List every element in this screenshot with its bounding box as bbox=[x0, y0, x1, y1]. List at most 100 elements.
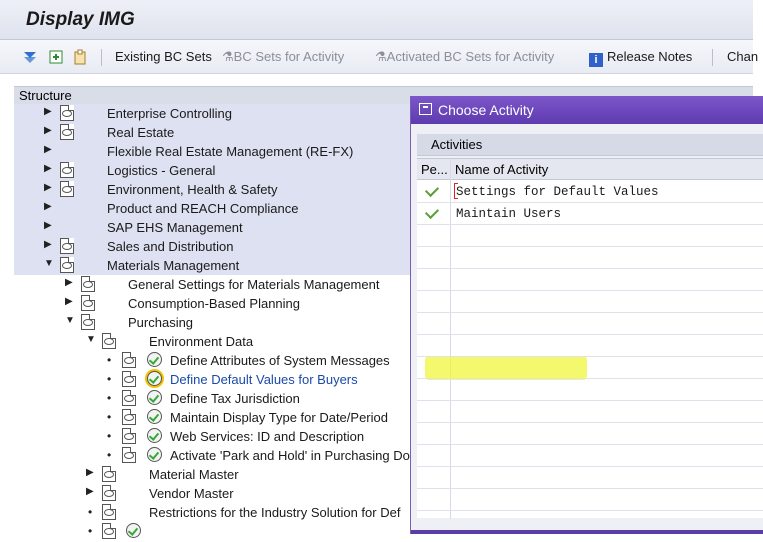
column-header-performed[interactable]: Pe... bbox=[417, 159, 451, 180]
documentation-icon[interactable] bbox=[60, 124, 74, 140]
expand-arrow-icon[interactable]: ▶ bbox=[44, 201, 52, 212]
documentation-icon[interactable] bbox=[60, 238, 74, 254]
dialog-window-icon bbox=[419, 103, 432, 115]
documentation-icon[interactable] bbox=[81, 314, 95, 330]
documentation-icon[interactable] bbox=[102, 485, 116, 501]
expand-arrow-icon[interactable]: ▶ bbox=[86, 486, 94, 497]
tree-activity-display-type-date[interactable]: • Maintain Display Type for Date/Period bbox=[14, 408, 414, 427]
tree-node-logistics-general[interactable]: ▶ Logistics - General bbox=[14, 161, 414, 180]
activities-section-title: Activities bbox=[431, 137, 483, 152]
activity-row[interactable]: Settings for Default Values bbox=[417, 181, 763, 203]
empty-row bbox=[417, 247, 763, 269]
existing-bc-sets-button[interactable]: Existing BC Sets bbox=[115, 49, 212, 64]
documentation-icon[interactable] bbox=[102, 466, 116, 482]
documentation-icon[interactable] bbox=[60, 162, 74, 178]
application-toolbar: Existing BC Sets ⚗BC Sets for Activity ⚗… bbox=[0, 40, 758, 74]
column-header-label: Name of Activity bbox=[455, 162, 549, 177]
execute-activity-icon[interactable] bbox=[147, 390, 162, 405]
tree-activity-web-services[interactable]: • Web Services: ID and Description bbox=[14, 427, 414, 446]
tree-node-reach-compliance[interactable]: ▶ Product and REACH Compliance bbox=[14, 199, 414, 218]
collapse-arrow-icon[interactable]: ▼ bbox=[86, 334, 96, 345]
expand-arrow-icon[interactable]: ▶ bbox=[44, 106, 52, 117]
activated-bc-sets-button[interactable]: ⚗Activated BC Sets for Activity bbox=[375, 49, 554, 65]
activity-name: Maintain Users bbox=[456, 207, 562, 221]
tree-node-enterprise-controlling[interactable]: ▶ Enterprise Controlling bbox=[14, 104, 414, 123]
expand-arrow-icon[interactable]: ▶ bbox=[44, 182, 52, 193]
bullet-icon: • bbox=[107, 353, 112, 367]
tree-activity-tax-jurisdiction[interactable]: • Define Tax Jurisdiction bbox=[14, 389, 414, 408]
documentation-icon[interactable] bbox=[122, 390, 136, 406]
documentation-icon[interactable] bbox=[122, 447, 136, 463]
execute-activity-icon[interactable] bbox=[147, 371, 162, 386]
dialog-title-bar[interactable]: Choose Activity bbox=[411, 96, 763, 124]
empty-row bbox=[417, 423, 763, 445]
tree-node-sap-ehs-management[interactable]: ▶ SAP EHS Management bbox=[14, 218, 414, 237]
tree-node-label: Environment, Health & Safety bbox=[107, 182, 278, 197]
expand-arrow-icon[interactable]: ▶ bbox=[44, 125, 52, 136]
tree-node-industry-restrictions[interactable]: • Restrictions for the Industry Solution… bbox=[14, 503, 414, 522]
release-notes-button[interactable]: i Release Notes bbox=[589, 49, 692, 67]
documentation-icon[interactable] bbox=[60, 257, 74, 273]
tree-node-real-estate[interactable]: ▶ Real Estate bbox=[14, 123, 414, 142]
execute-activity-icon[interactable] bbox=[147, 352, 162, 367]
documentation-icon[interactable] bbox=[102, 333, 116, 349]
empty-row bbox=[417, 269, 763, 291]
tree-node-label: Product and REACH Compliance bbox=[107, 201, 299, 216]
tree-node-general-settings-mm[interactable]: ▶ General Settings for Materials Managem… bbox=[14, 275, 414, 294]
expand-icon[interactable] bbox=[22, 49, 38, 65]
documentation-icon[interactable] bbox=[81, 295, 95, 311]
tree-node-partial[interactable]: • bbox=[14, 522, 414, 541]
execute-activity-icon[interactable] bbox=[147, 409, 162, 424]
empty-row bbox=[417, 357, 763, 379]
tree-node-material-master[interactable]: ▶ Material Master bbox=[14, 465, 414, 484]
activity-row[interactable]: Maintain Users bbox=[417, 203, 763, 225]
tree-node-re-fx[interactable]: ▶ Flexible Real Estate Management (RE-FX… bbox=[14, 142, 414, 161]
tree-node-materials-management[interactable]: ▼ Materials Management bbox=[14, 256, 414, 275]
find-icon[interactable] bbox=[48, 49, 64, 65]
expand-arrow-icon[interactable]: ▶ bbox=[44, 163, 52, 174]
empty-row bbox=[417, 489, 763, 511]
tree-node-label: Maintain Display Type for Date/Period bbox=[170, 410, 388, 425]
expand-arrow-icon[interactable]: ▶ bbox=[44, 220, 52, 231]
tree-node-label: Material Master bbox=[149, 467, 239, 482]
tree-activity-park-hold[interactable]: • Activate 'Park and Hold' in Purchasing… bbox=[14, 446, 414, 465]
clipboard-icon[interactable] bbox=[72, 49, 88, 65]
column-header-name[interactable]: Name of Activity bbox=[451, 159, 763, 180]
tree-node-vendor-master[interactable]: ▶ Vendor Master bbox=[14, 484, 414, 503]
documentation-icon[interactable] bbox=[102, 523, 116, 539]
documentation-icon[interactable] bbox=[81, 276, 95, 292]
activity-name: Settings for Default Values bbox=[456, 185, 659, 199]
tree-node-environment-data[interactable]: ▼ Environment Data bbox=[14, 332, 414, 351]
info-icon: i bbox=[589, 53, 603, 67]
documentation-icon[interactable] bbox=[122, 371, 136, 387]
collapse-arrow-icon[interactable]: ▼ bbox=[44, 258, 54, 269]
expand-arrow-icon[interactable]: ▶ bbox=[44, 144, 52, 155]
execute-activity-icon[interactable] bbox=[147, 447, 162, 462]
tree-node-label: Web Services: ID and Description bbox=[170, 429, 365, 444]
documentation-icon[interactable] bbox=[122, 352, 136, 368]
tree-activity-default-values-buyers[interactable]: • Define Default Values for Buyers bbox=[14, 370, 414, 389]
expand-arrow-icon[interactable]: ▶ bbox=[65, 296, 73, 307]
documentation-icon[interactable] bbox=[60, 105, 74, 121]
expand-arrow-icon[interactable]: ▶ bbox=[44, 239, 52, 250]
documentation-icon[interactable] bbox=[102, 504, 116, 520]
collapse-arrow-icon[interactable]: ▼ bbox=[65, 315, 75, 326]
documentation-icon[interactable] bbox=[122, 409, 136, 425]
tree-node-ehs[interactable]: ▶ Environment, Health & Safety bbox=[14, 180, 414, 199]
change-log-button[interactable]: Chan bbox=[727, 49, 758, 64]
execute-activity-icon[interactable] bbox=[126, 523, 141, 538]
tree-node-consumption-planning[interactable]: ▶ Consumption-Based Planning bbox=[14, 294, 414, 313]
expand-arrow-icon[interactable]: ▶ bbox=[65, 277, 73, 288]
dialog-bottom-edge bbox=[411, 530, 763, 534]
documentation-icon[interactable] bbox=[122, 428, 136, 444]
empty-row bbox=[417, 467, 763, 489]
empty-row bbox=[417, 379, 763, 401]
bc-sets-for-activity-button[interactable]: ⚗BC Sets for Activity bbox=[222, 49, 344, 65]
tree-node-label: Materials Management bbox=[107, 258, 240, 273]
tree-node-sales-distribution[interactable]: ▶ Sales and Distribution bbox=[14, 237, 414, 256]
expand-arrow-icon[interactable]: ▶ bbox=[86, 467, 94, 478]
documentation-icon[interactable] bbox=[60, 181, 74, 197]
execute-activity-icon[interactable] bbox=[147, 428, 162, 443]
tree-activity-system-messages[interactable]: • Define Attributes of System Messages bbox=[14, 351, 414, 370]
tree-node-purchasing[interactable]: ▼ Purchasing bbox=[14, 313, 414, 332]
